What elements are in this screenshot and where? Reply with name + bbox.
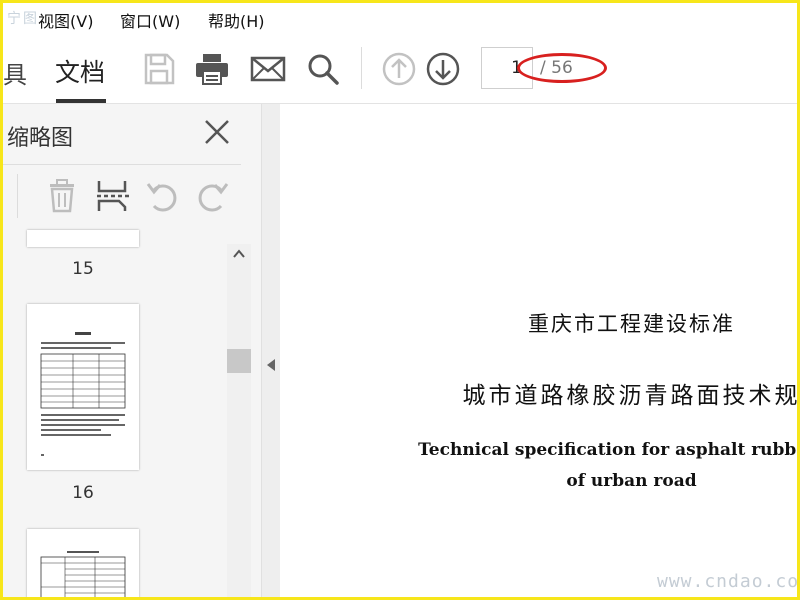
collapse-arrow-icon[interactable] — [266, 358, 276, 372]
toolbar: 具 文档 1 / 56 — [3, 33, 797, 104]
thumbnail-page-16[interactable] — [27, 304, 139, 470]
extract-pages-icon[interactable] — [95, 178, 131, 214]
thumbnail-page-17[interactable] — [27, 529, 139, 597]
panel-splitter[interactable] — [261, 104, 281, 597]
thumbnail-page-15[interactable] — [27, 230, 139, 247]
tab-tools[interactable]: 具 — [3, 55, 27, 90]
thumbnail-panel: 缩略图 15 16 — [3, 104, 261, 597]
search-icon[interactable] — [305, 51, 341, 87]
doc-english-title-line2: of urban road — [566, 471, 697, 491]
app-window: 宁图 视图(V) 窗口(W) 帮助(H) 具 文档 1 / 56 缩略图 15 … — [0, 0, 800, 600]
trash-icon[interactable] — [44, 178, 80, 214]
menu-help[interactable]: 帮助(H) — [208, 8, 265, 32]
menu-view[interactable]: 视图(V) — [38, 8, 93, 32]
arrow-up-circle-icon[interactable] — [381, 51, 417, 87]
toolbar-separator — [361, 47, 362, 89]
watermark-url: www.cndao.com — [657, 571, 800, 592]
mail-icon[interactable] — [250, 51, 286, 87]
watermark-logo: 宁图 — [7, 11, 39, 27]
annotation-ellipse — [517, 53, 607, 83]
sidebar-separator — [17, 174, 18, 218]
print-icon[interactable] — [194, 51, 230, 87]
tab-document[interactable]: 文档 — [55, 53, 105, 89]
rotate-left-icon[interactable] — [144, 178, 180, 214]
thumbnail-label: 16 — [72, 483, 94, 503]
rotate-right-icon[interactable] — [195, 178, 231, 214]
arrow-down-circle-icon[interactable] — [425, 51, 461, 87]
document-view: 重庆市工程建设标准 城市道路橡胶沥青路面技术规 Technical specif… — [280, 104, 800, 597]
doc-english-title: Technical specification for asphalt rubb… — [418, 440, 797, 460]
thumbnail-label: 15 — [72, 259, 94, 279]
scrollbar-thumb[interactable] — [227, 349, 251, 373]
chevron-up-icon[interactable] — [233, 248, 245, 260]
thumbnail-content — [40, 332, 126, 456]
close-icon[interactable] — [203, 118, 231, 146]
active-tab-indicator — [56, 99, 106, 103]
save-icon[interactable] — [141, 51, 177, 87]
thumbnail-scrollbar[interactable] — [227, 244, 251, 597]
doc-title: 城市道路橡胶沥青路面技术规 — [462, 383, 800, 409]
menu-window[interactable]: 窗口(W) — [120, 8, 180, 32]
panel-divider — [3, 164, 241, 165]
panel-title: 缩略图 — [7, 126, 74, 151]
doc-standard-line: 重庆市工程建设标准 — [528, 312, 735, 336]
thumbnail-content — [40, 551, 126, 597]
menu-bar: 宁图 视图(V) 窗口(W) 帮助(H) — [3, 3, 797, 33]
